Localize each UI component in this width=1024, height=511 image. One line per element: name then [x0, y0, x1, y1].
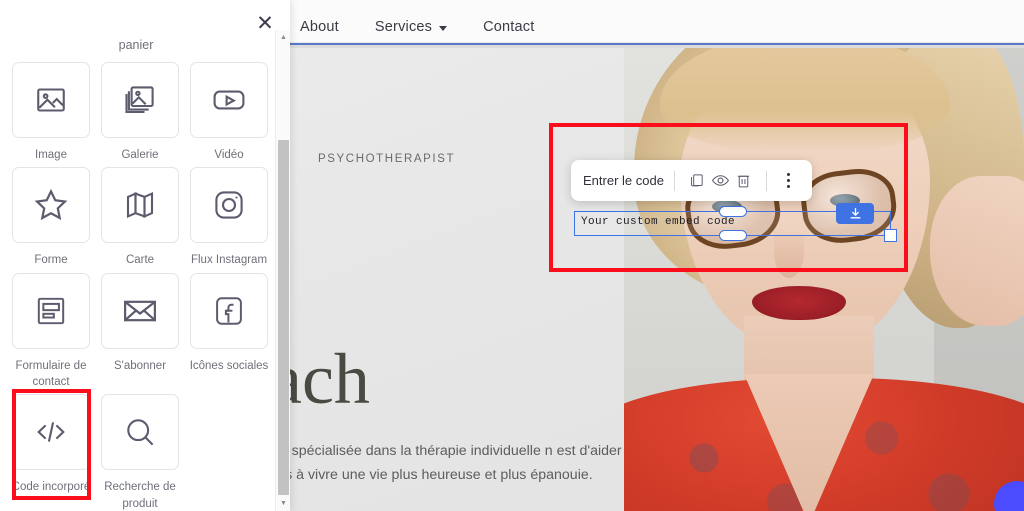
resize-handle-bottom-right[interactable] — [884, 229, 897, 242]
resize-handle-top-center[interactable] — [719, 206, 747, 217]
instagram-icon — [211, 187, 247, 223]
nav-item-about[interactable]: About — [300, 19, 339, 35]
toolbar-divider-2 — [766, 171, 767, 191]
download-button[interactable] — [836, 203, 874, 224]
element-tile-video-box — [190, 62, 268, 138]
element-label-sabonner: S'abonner — [97, 358, 183, 374]
envelope-icon — [121, 292, 159, 330]
element-label-product-search: Recherche de produit — [97, 479, 183, 511]
enter-code-button[interactable]: Entrer le code — [583, 173, 664, 188]
preview-button[interactable] — [708, 166, 732, 196]
element-tile-instagram[interactable]: Flux Instagram — [190, 167, 268, 268]
element-tile-sabonner-box — [101, 273, 179, 349]
element-label-forme: Forme — [8, 252, 94, 268]
image-icon — [33, 82, 69, 118]
element-tile-forme-box — [12, 167, 90, 243]
scrollbar-thumb[interactable] — [278, 140, 289, 495]
screen-root: About Services Contact PSYCHOTHERAPIST s… — [0, 0, 1024, 511]
element-tile-forme[interactable]: Forme — [12, 167, 90, 268]
element-label-instagram: Flux Instagram — [186, 252, 272, 268]
download-icon — [849, 207, 862, 220]
preview-eye-icon — [711, 171, 730, 190]
facebook-icon — [212, 294, 246, 328]
element-label-carte: Carte — [97, 252, 183, 268]
partial-cut-label: panier — [0, 38, 272, 52]
element-label-image: Image — [8, 147, 94, 163]
element-grid: Image Galerie — [12, 62, 260, 511]
contact-form-icon — [34, 294, 68, 328]
element-tile-code-incorpore[interactable]: Code incorporé — [12, 394, 90, 511]
more-options-button[interactable] — [776, 166, 800, 196]
element-tile-carte[interactable]: Carte — [101, 167, 179, 268]
element-label-galerie: Galerie — [97, 147, 183, 163]
panel-scrollbar[interactable]: ▲ ▼ — [275, 30, 290, 511]
chevron-down-icon — [439, 26, 447, 31]
site-header-grey-rule — [290, 45, 1024, 48]
duplicate-button[interactable] — [685, 166, 709, 196]
nav-item-contact[interactable]: Contact — [483, 19, 534, 35]
element-toolbar: Entrer le code — [571, 160, 812, 201]
duplicate-icon — [688, 172, 705, 189]
element-tile-social-icons[interactable]: Icônes sociales — [190, 273, 268, 391]
element-label-video: Vidéo — [186, 147, 272, 163]
resize-handle-bottom-center[interactable] — [719, 230, 747, 241]
delete-trash-icon — [735, 172, 752, 189]
element-tile-video[interactable]: Vidéo — [190, 62, 268, 163]
delete-button[interactable] — [732, 166, 756, 196]
element-tile-product-search-box — [101, 394, 179, 470]
element-tile-contact-form[interactable]: Formulaire de contact — [12, 273, 90, 391]
photo-fringe — [660, 48, 950, 152]
search-magnifier-icon — [122, 414, 158, 450]
element-tile-image-box — [12, 62, 90, 138]
element-tile-sabonner[interactable]: S'abonner — [101, 273, 179, 391]
photo-lips — [752, 286, 846, 320]
more-options-icon — [787, 173, 790, 188]
hero-eyebrow: PSYCHOTHERAPIST — [318, 153, 455, 165]
scrollbar-down-arrow[interactable]: ▼ — [276, 496, 291, 511]
element-label-code-incorpore: Code incorporé — [8, 479, 94, 495]
shape-star-icon — [32, 186, 70, 224]
element-tile-product-search[interactable]: Recherche de produit — [101, 394, 179, 511]
nav-label-contact: Contact — [483, 19, 534, 35]
toolbar-divider-1 — [674, 171, 675, 191]
element-tile-code-incorpore-box — [12, 394, 90, 470]
scrollbar-up-arrow[interactable]: ▲ — [276, 30, 291, 45]
element-label-contact-form: Formulaire de contact — [8, 358, 94, 391]
hero-portrait-photo — [624, 48, 1024, 511]
add-element-panel: ✕ panier Image — [0, 0, 290, 511]
element-tile-galerie-box — [101, 62, 179, 138]
gallery-icon — [122, 82, 158, 118]
element-label-social-icons: Icônes sociales — [186, 358, 272, 374]
element-tile-instagram-box — [190, 167, 268, 243]
element-tile-contact-form-box — [12, 273, 90, 349]
panel-scroll-area: panier Image — [0, 30, 290, 511]
site-navigation: About Services Contact — [300, 19, 534, 35]
embed-code-text: Your custom embed code — [581, 216, 735, 228]
element-tile-galerie[interactable]: Galerie — [101, 62, 179, 163]
map-icon — [122, 187, 158, 223]
element-tile-social-icons-box — [190, 273, 268, 349]
embed-code-icon — [33, 414, 69, 450]
nav-item-services[interactable]: Services — [375, 19, 447, 35]
nav-label-about: About — [300, 19, 339, 35]
nav-label-services: Services — [375, 19, 432, 35]
video-icon — [211, 82, 247, 118]
element-tile-image[interactable]: Image — [12, 62, 90, 163]
element-tile-carte-box — [101, 167, 179, 243]
